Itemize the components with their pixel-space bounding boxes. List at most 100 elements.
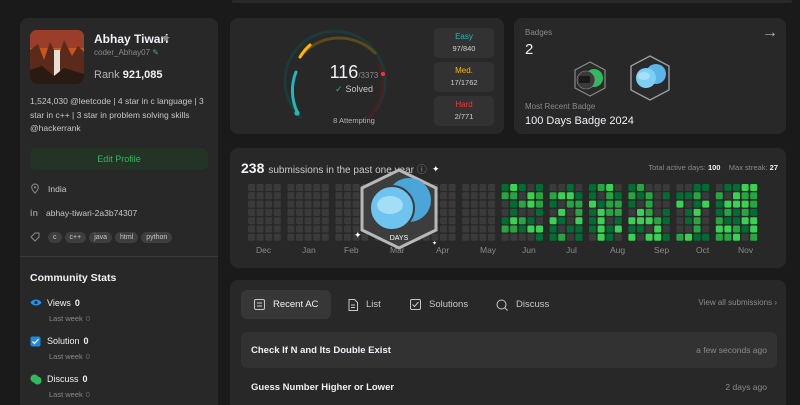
heatmap-cell xyxy=(344,225,351,233)
checkbox-icon xyxy=(30,336,41,347)
star-icon[interactable]: ★ xyxy=(161,32,171,45)
heatmap-cell xyxy=(501,217,509,225)
heatmap-cell xyxy=(549,200,557,208)
heatmap-cell xyxy=(501,208,509,216)
tab-solutions[interactable]: Solutions xyxy=(397,290,481,319)
heatmap-cell xyxy=(575,233,583,241)
chat-icon xyxy=(30,374,42,385)
heatmap-cell xyxy=(724,225,732,233)
heatmap-cell xyxy=(693,233,701,241)
skill-tag[interactable]: c xyxy=(48,232,62,243)
heatmap-cell xyxy=(685,225,692,233)
heatmap-cell xyxy=(287,192,295,200)
submission-row[interactable]: Check If N and Its Double Exist a few se… xyxy=(241,332,777,368)
skills-row: c c++ java html python xyxy=(30,231,175,243)
heatmap-cell xyxy=(597,192,605,200)
heatmap-cell xyxy=(304,208,312,216)
heatmap-cell xyxy=(304,225,312,233)
arrow-right-icon[interactable]: → xyxy=(762,24,778,42)
heatmap-cell xyxy=(462,225,470,233)
heatmap-cell xyxy=(614,184,622,191)
top-strip xyxy=(0,0,800,12)
heatmap-cell xyxy=(344,208,351,216)
heatmap-cell xyxy=(575,217,583,225)
heatmap-cell xyxy=(549,233,557,241)
heatmap-cell xyxy=(470,184,478,191)
heatmap-cell xyxy=(654,225,662,233)
heatmap-cell xyxy=(733,225,740,233)
heatmap-cell xyxy=(715,200,723,208)
heatmap-cell xyxy=(693,184,701,191)
heatmap-cell xyxy=(273,217,281,225)
floating-badge: DAYS ✦ ✦ ✦ xyxy=(354,164,444,255)
tab-discuss[interactable]: Discuss xyxy=(483,290,562,319)
heatmap-cell xyxy=(335,208,343,216)
heatmap-cell xyxy=(344,217,351,225)
edit-profile-button[interactable]: Edit Profile xyxy=(30,148,208,170)
heatmap-cell xyxy=(589,200,596,208)
heatmap-cell xyxy=(256,208,264,216)
avatar[interactable] xyxy=(30,30,84,84)
heatmap-cell xyxy=(313,200,321,208)
heatmap-cell xyxy=(558,200,566,208)
heatmap-cell xyxy=(566,208,574,216)
heatmap-cell xyxy=(313,184,321,191)
linkedin-text[interactable]: abhay-tiwari-2a3b74307 xyxy=(46,208,137,218)
badge-icon-50-days[interactable] xyxy=(572,60,608,98)
solved-card: 116/3373 ✓ Solved 8 Attempting Easy 97/84… xyxy=(230,18,504,134)
submission-calendar-card: 238 submissions in the past one year ⓘ To… xyxy=(230,148,786,268)
heatmap-cell xyxy=(549,184,557,191)
heatmap-cell xyxy=(614,192,622,200)
badge-icon-100-days[interactable] xyxy=(628,54,672,102)
skill-tag[interactable]: java xyxy=(89,232,113,243)
heatmap-cell xyxy=(273,184,281,191)
heatmap-cell xyxy=(304,233,312,241)
heatmap-cell xyxy=(518,233,526,241)
heatmap-cell xyxy=(479,184,487,191)
heatmap-cell xyxy=(510,192,518,200)
heatmap-cell xyxy=(750,217,758,225)
heatmap-cell xyxy=(662,200,670,208)
difficulty-hard[interactable]: Hard 2/771 xyxy=(434,96,494,126)
heatmap-cell xyxy=(645,208,653,216)
heatmap-cell xyxy=(575,192,583,200)
heatmap-cell xyxy=(558,233,566,241)
skill-tag[interactable]: python xyxy=(141,232,173,243)
heatmap-cell xyxy=(724,192,732,200)
heatmap-cell xyxy=(693,192,701,200)
heatmap-cell xyxy=(313,233,321,241)
heatmap-cell xyxy=(662,233,670,241)
heatmap-cell xyxy=(645,217,653,225)
heatmap-cell xyxy=(488,233,495,241)
heatmap-cell xyxy=(510,208,518,216)
heatmap-cell xyxy=(296,208,303,216)
heatmap-cell xyxy=(750,233,758,241)
heatmap-cell xyxy=(654,192,662,200)
heatmap-cell xyxy=(654,184,662,191)
heatmap-cell xyxy=(589,184,596,191)
heatmap-cell xyxy=(575,200,583,208)
heatmap-cell xyxy=(265,233,273,241)
heatmap-cell xyxy=(265,200,273,208)
community-stats-title: Community Stats xyxy=(30,272,117,284)
tab-recent-ac[interactable]: Recent AC xyxy=(241,290,332,319)
heatmap-cell xyxy=(702,225,710,233)
difficulty-easy[interactable]: Easy 97/840 xyxy=(434,28,494,58)
heatmap-cell xyxy=(676,208,684,216)
tab-list[interactable]: List xyxy=(335,290,394,319)
heatmap-cell xyxy=(256,184,264,191)
heatmap-cell xyxy=(344,192,351,200)
heatmap-cell xyxy=(741,184,749,191)
heatmap-cell xyxy=(321,184,329,191)
skill-tag[interactable]: c++ xyxy=(64,232,87,243)
view-all-submissions-link[interactable]: View all submissions › xyxy=(698,298,777,307)
calendar-stats: Total active days: 100 Max streak: 27 xyxy=(648,163,778,172)
submission-row[interactable]: Guess Number Higher or Lower 2 days ago xyxy=(241,369,777,405)
skill-tag[interactable]: html xyxy=(115,232,139,243)
heatmap-cell xyxy=(549,225,557,233)
linkedin-row[interactable]: in abhay-tiwari-2a3b74307 xyxy=(30,208,137,218)
difficulty-medium[interactable]: Med. 17/1762 xyxy=(434,62,494,92)
heatmap-cell xyxy=(549,192,557,200)
heatmap-cell xyxy=(741,208,749,216)
heatmap-cell xyxy=(662,184,670,191)
